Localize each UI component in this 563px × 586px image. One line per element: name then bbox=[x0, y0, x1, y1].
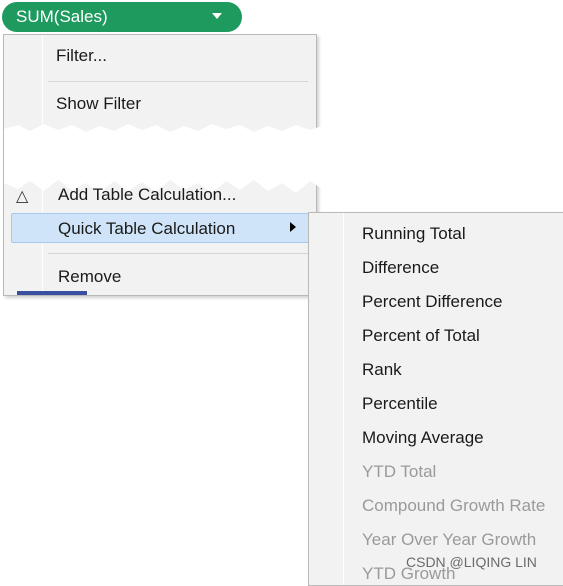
submenu-item-percentile[interactable]: Percentile bbox=[362, 394, 438, 414]
submenu-gutter-divider bbox=[343, 213, 344, 585]
menu-item-add-table-calculation[interactable]: Add Table Calculation... bbox=[4, 181, 316, 209]
background-fragment bbox=[17, 291, 87, 295]
field-context-menu: Filter... Show Filter △ Add Table Calcul… bbox=[3, 34, 334, 296]
menu-item-quick-table-calculation[interactable]: Quick Table Calculation bbox=[4, 215, 316, 243]
quick-table-calculation-submenu: Running Total Difference Percent Differe… bbox=[308, 212, 563, 586]
submenu-arrow-icon bbox=[290, 222, 296, 232]
chevron-down-icon[interactable] bbox=[212, 13, 222, 19]
submenu-item-ytd-total: YTD Total bbox=[362, 462, 437, 481]
menu-item-label: Remove bbox=[58, 267, 122, 286]
menu-item-label: Show Filter bbox=[56, 94, 142, 113]
menu-separator bbox=[48, 253, 308, 254]
submenu-item-year-over-year-growth: Year Over Year Growth bbox=[362, 530, 537, 549]
menu-item-label: Filter... bbox=[56, 46, 108, 65]
pill-label: SUM(Sales) bbox=[16, 7, 108, 26]
menu-item-filter[interactable]: Filter... bbox=[4, 42, 316, 70]
menu-item-show-filter[interactable]: Show Filter bbox=[4, 90, 316, 118]
field-pill-sum-sales[interactable]: SUM(Sales) bbox=[2, 2, 242, 32]
submenu-item-moving-average[interactable]: Moving Average bbox=[362, 428, 484, 448]
menu-item-label: Add Table Calculation... bbox=[58, 185, 237, 204]
menu-item-remove[interactable]: Remove bbox=[4, 263, 316, 291]
submenu-item-compound-growth-rate: Compound Growth Rate bbox=[362, 496, 546, 515]
menu-item-label: Quick Table Calculation bbox=[58, 219, 236, 238]
submenu-item-running-total[interactable]: Running Total bbox=[362, 224, 466, 244]
watermark: CSDN @LIQING LIN bbox=[406, 554, 537, 570]
submenu-item-rank[interactable]: Rank bbox=[362, 360, 402, 380]
submenu-item-difference[interactable]: Difference bbox=[362, 258, 439, 278]
submenu-item-percent-difference[interactable]: Percent Difference bbox=[362, 292, 502, 312]
submenu-item-percent-of-total[interactable]: Percent of Total bbox=[362, 326, 480, 346]
menu-separator bbox=[48, 81, 308, 82]
